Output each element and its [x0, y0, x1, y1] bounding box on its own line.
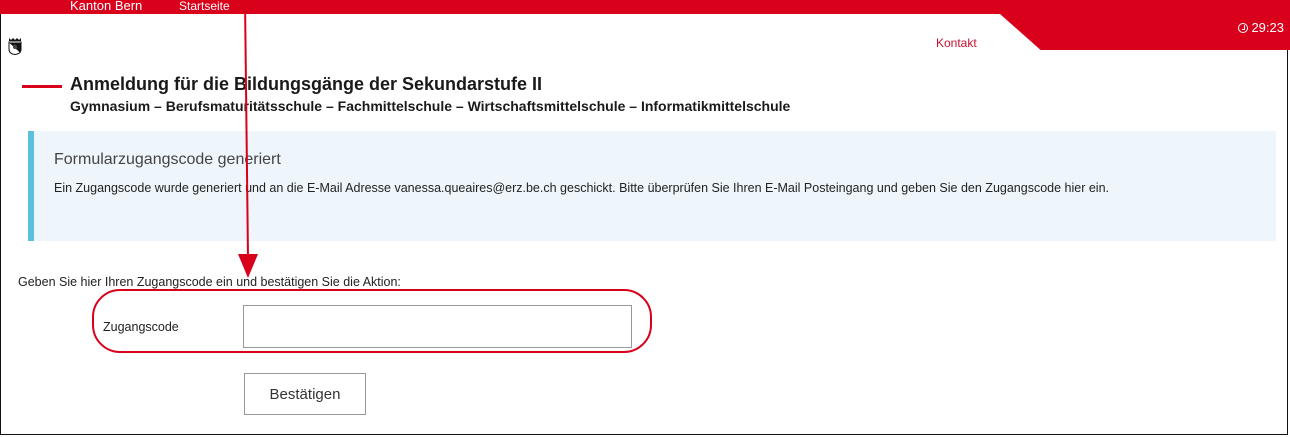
kontakt-link[interactable]: Kontakt	[936, 36, 977, 50]
info-alert-box: Formularzugangscode generiert Ein Zugang…	[28, 131, 1276, 241]
zugangscode-input[interactable]	[243, 305, 632, 348]
bern-bear-coat-of-arms-icon[interactable]	[8, 37, 22, 55]
top-nav-bar: Kanton Bern Startseite	[0, 0, 1290, 14]
page-subtitle: Gymnasium – Berufsmaturitätsschule – Fac…	[70, 98, 791, 114]
zugangscode-label: Zugangscode	[103, 320, 179, 334]
clock-icon	[1238, 22, 1249, 33]
heading-accent-line	[22, 85, 62, 88]
kanton-bern-link[interactable]: Kanton Bern	[70, 0, 142, 13]
startseite-link[interactable]: Startseite	[179, 0, 230, 13]
info-text: Ein Zugangscode wurde generiert und an d…	[54, 181, 1109, 195]
form-instruction: Geben Sie hier Ihren Zugangscode ein und…	[18, 275, 401, 289]
timer-value: 29:23	[1251, 20, 1284, 35]
info-title: Formularzugangscode generiert	[54, 151, 281, 168]
bestaetigen-button[interactable]: Bestätigen	[244, 373, 366, 415]
page-title: Anmeldung für die Bildungsgänge der Seku…	[70, 74, 543, 94]
session-timer: 29:23	[1238, 20, 1284, 35]
